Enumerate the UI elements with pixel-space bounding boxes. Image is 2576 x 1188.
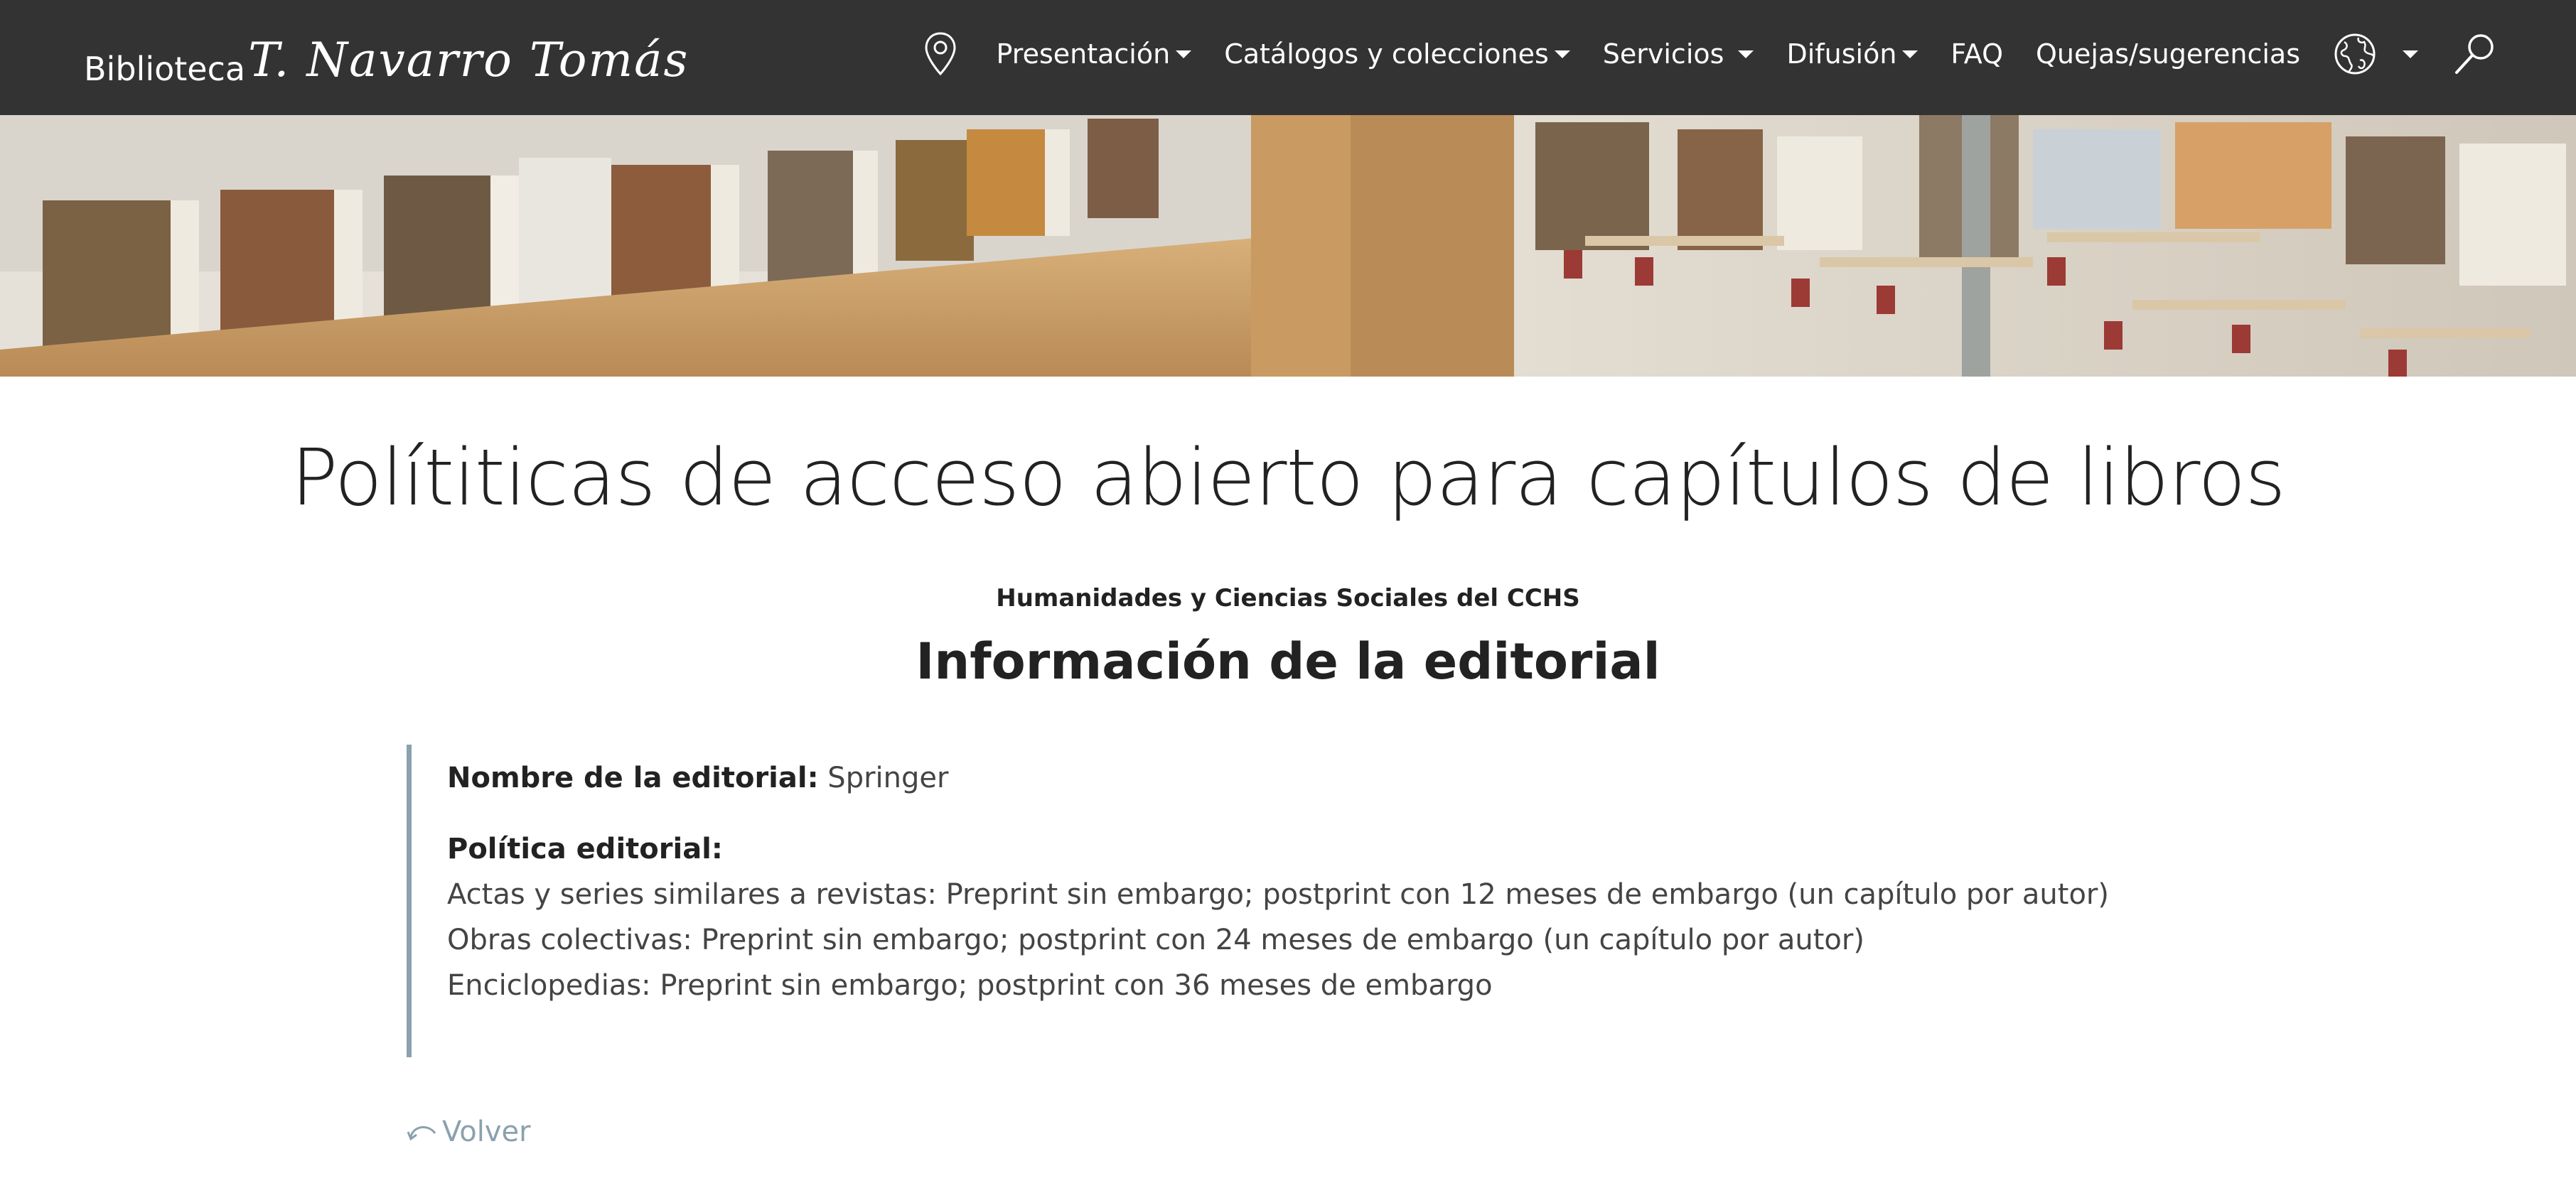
policy-line: Actas y series similares a revistas: Pre… <box>447 878 2109 911</box>
undo-arrow-icon <box>407 1126 436 1141</box>
publisher-info-block: Nombre de la editorial: Springer Polític… <box>407 745 2174 1057</box>
map-pin-icon <box>925 32 956 76</box>
search-button[interactable] <box>2452 31 2498 77</box>
navbar: Biblioteca T. Navarro Tomás Presentación… <box>0 0 2576 115</box>
nav-item-presentacion[interactable]: Presentación <box>997 38 1192 70</box>
language-selector[interactable] <box>2333 32 2418 76</box>
chevron-down-icon <box>1554 50 1570 58</box>
back-link[interactable]: Volver <box>407 1116 531 1148</box>
brand-logo-link[interactable]: Biblioteca T. Navarro Tomás <box>84 24 689 95</box>
hero-banner-library-photo <box>0 115 2576 377</box>
globe-icon <box>2334 33 2376 75</box>
page-subtitle: Humanidades y Ciencias Sociales del CCHS <box>996 584 1580 612</box>
nav-item-servicios[interactable]: Servicios <box>1603 38 1754 70</box>
main-content: Polítiticas de acceso abierto para capít… <box>0 377 2576 1188</box>
chevron-down-icon <box>1176 50 1192 58</box>
nav-item-difusion[interactable]: Difusión <box>1786 38 1918 70</box>
chevron-down-icon <box>1902 50 1918 58</box>
nav-item-faq[interactable]: FAQ <box>1950 38 2003 70</box>
chevron-down-icon <box>1738 50 1754 58</box>
policy-line: Obras colectivas: Preprint sin embargo; … <box>447 924 1864 956</box>
brand-prefix: Biblioteca <box>84 50 246 88</box>
page-title: Polítiticas de acceso abierto para capít… <box>291 432 2285 523</box>
publisher-name-row: Nombre de la editorial: Springer <box>447 762 948 794</box>
section-title: Información de la editorial <box>916 632 1660 691</box>
location-button[interactable] <box>923 31 958 77</box>
nav-item-catalogos[interactable]: Catálogos y colecciones <box>1224 38 1570 70</box>
search-icon <box>2455 34 2494 74</box>
nav-item-label: Difusión <box>1786 38 1897 70</box>
nav-item-label: Presentación <box>996 38 1171 70</box>
nav-item-label: Quejas/sugerencias <box>2036 38 2300 70</box>
publisher-name-label: Nombre de la editorial: <box>447 762 819 794</box>
nav-item-label: FAQ <box>1950 38 2004 70</box>
policy-line: Enciclopedias: Preprint sin embargo; pos… <box>447 969 1493 1002</box>
nav-item-label: Catálogos y colecciones <box>1224 38 1549 70</box>
library-interior-image <box>0 115 2576 377</box>
policy-label: Política editorial: <box>447 833 723 865</box>
nav-item-quejas[interactable]: Quejas/sugerencias <box>2036 38 2300 70</box>
nav-item-label: Servicios <box>1602 38 1724 70</box>
chevron-down-icon <box>2403 50 2418 58</box>
publisher-name-value: Springer <box>827 762 949 794</box>
main-navigation: Presentación Catálogos y colecciones Ser… <box>923 0 2498 108</box>
back-link-label: Volver <box>442 1116 531 1148</box>
brand-signature: T. Navarro Tomás <box>248 33 689 87</box>
